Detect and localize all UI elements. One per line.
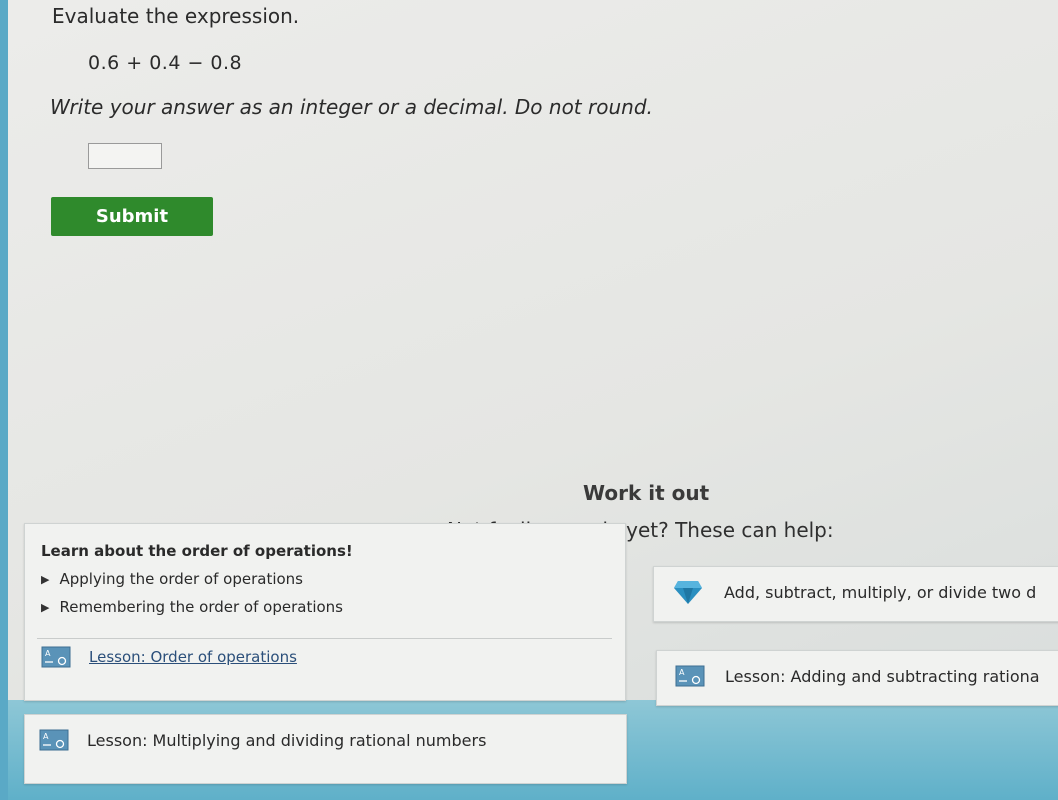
skill-card[interactable]: Add, subtract, multiply, or divide two d (653, 566, 1058, 622)
lesson-text: Lesson: Multiplying and dividing rationa… (87, 730, 487, 750)
diamond-gem-icon (674, 581, 702, 604)
lesson-row: A Lesson: Multiplying and dividing ratio… (39, 729, 486, 751)
skill-text: Add, subtract, multiply, or divide two d (724, 582, 1037, 602)
divider (37, 638, 612, 639)
svg-text:A: A (45, 649, 51, 658)
skill-row: Add, subtract, multiply, or divide two d (674, 579, 1036, 605)
lesson-text: Lesson: Adding and subtracting rationa (725, 666, 1040, 686)
answer-input[interactable] (88, 143, 162, 169)
svg-text:A: A (43, 732, 49, 741)
work-it-out-heading: Work it out (583, 481, 710, 505)
triangle-bullet-icon: ▶ (41, 600, 50, 614)
lesson-board-icon: A (41, 646, 71, 668)
lesson-row[interactable]: A Lesson: Order of operations (41, 646, 297, 668)
order-of-operations-card: Learn about the order of operations! ▶ A… (24, 523, 626, 701)
submit-button[interactable]: Submit (51, 197, 213, 236)
list-item-label: Applying the order of operations (59, 570, 303, 588)
lesson-card[interactable]: A Lesson: Multiplying and dividing ratio… (24, 714, 627, 784)
lesson-row: A Lesson: Adding and subtracting rationa (675, 665, 1040, 687)
list-item[interactable]: ▶ Remembering the order of operations (41, 598, 343, 616)
triangle-bullet-icon: ▶ (41, 572, 50, 586)
instruction-text: Write your answer as an integer or a dec… (50, 95, 653, 119)
lesson-board-icon: A (675, 665, 705, 687)
list-item-label: Remembering the order of operations (59, 598, 343, 616)
lesson-link[interactable]: Lesson: Order of operations (89, 648, 297, 666)
expression: 0.6 + 0.4 − 0.8 (88, 52, 243, 74)
svg-text:A: A (679, 668, 685, 677)
lesson-board-icon: A (39, 729, 69, 751)
lesson-card[interactable]: A Lesson: Adding and subtracting rationa (656, 650, 1058, 706)
card-title: Learn about the order of operations! (41, 542, 353, 560)
question-title: Evaluate the expression. (52, 4, 300, 28)
list-item[interactable]: ▶ Applying the order of operations (41, 570, 303, 588)
